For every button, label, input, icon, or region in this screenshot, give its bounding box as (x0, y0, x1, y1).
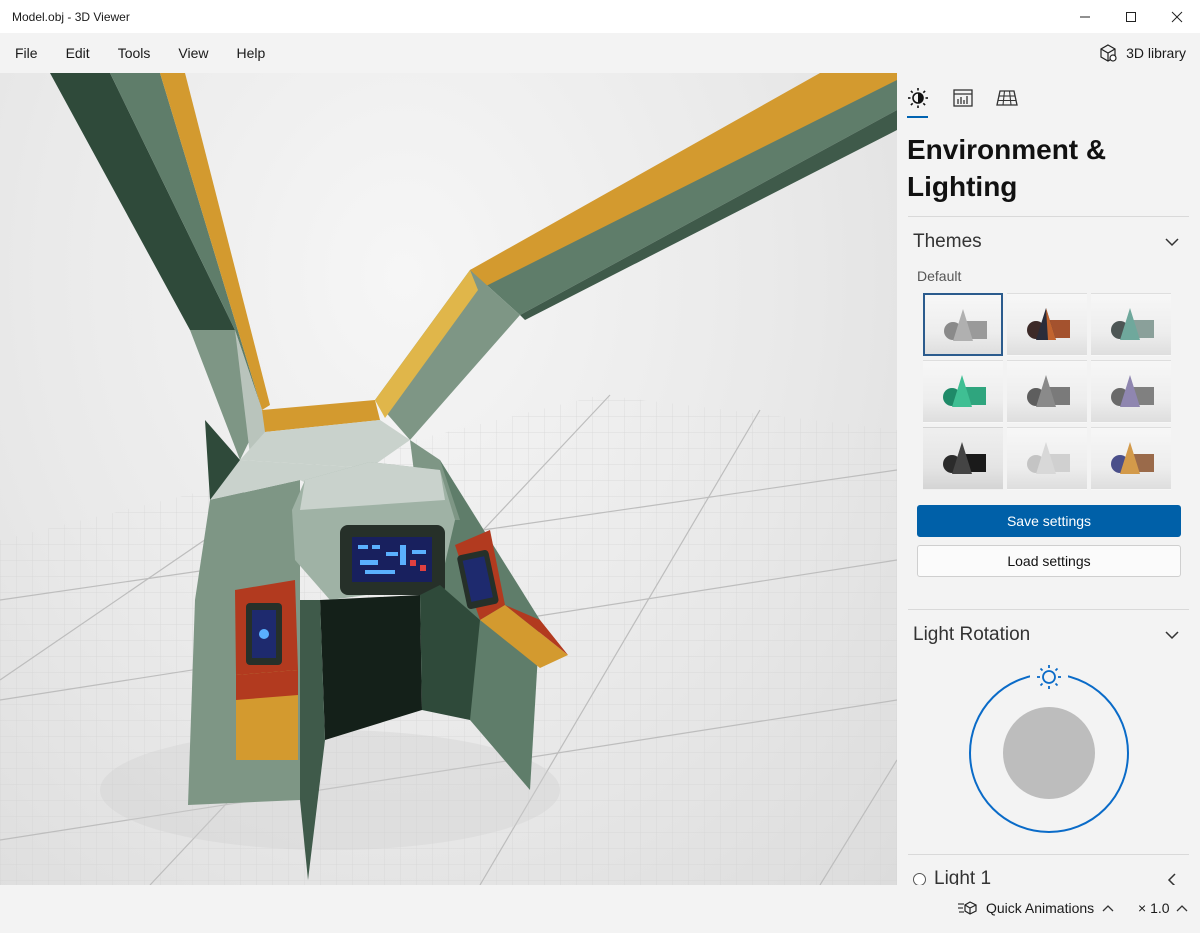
title-bar: Model.obj - 3D Viewer (0, 0, 1200, 33)
3d-library-button[interactable]: 3D library (1098, 33, 1186, 73)
divider (908, 854, 1189, 855)
active-tab-indicator (907, 116, 928, 118)
side-panel: Environment & Lighting Themes Default Sa… (897, 73, 1200, 885)
panel-title: Environment & Lighting (907, 134, 1107, 202)
themes-default-label: Default (917, 268, 962, 284)
tab-stats[interactable] (950, 85, 976, 111)
3d-library-label: 3D library (1126, 45, 1186, 61)
theme-swatch-2[interactable] (1007, 293, 1087, 356)
themes-header[interactable]: Themes (913, 231, 982, 253)
theme-swatch-9[interactable] (1091, 427, 1171, 490)
panel-tabs (897, 73, 1200, 119)
menu-view[interactable]: View (164, 33, 222, 73)
light-1-label: Light 1 (934, 868, 992, 885)
divider (908, 609, 1189, 610)
quick-animations-label: Quick Animations (986, 900, 1095, 916)
theme-swatch-1[interactable] (923, 293, 1003, 356)
tab-environment[interactable] (905, 85, 931, 111)
theme-swatch-4[interactable] (923, 360, 1003, 423)
theme-swatch-7[interactable] (923, 427, 1003, 490)
chevron-down-icon[interactable] (1164, 627, 1180, 643)
quick-animations-button[interactable]: Quick Animations (958, 900, 1122, 916)
sun-icon (908, 88, 928, 108)
theme-swatch-5[interactable] (1007, 360, 1087, 423)
animation-cube-icon (958, 901, 977, 915)
tab-grid[interactable] (994, 85, 1020, 111)
cube-library-icon (1100, 44, 1117, 62)
menu-tools[interactable]: Tools (104, 33, 165, 73)
save-settings-button[interactable]: Save settings (917, 505, 1181, 537)
theme-swatch-3[interactable] (1091, 293, 1171, 356)
chevron-down-icon[interactable] (1164, 234, 1180, 250)
3d-viewport[interactable] (0, 73, 897, 885)
close-icon (1171, 11, 1183, 22)
theme-swatch-8[interactable] (1007, 427, 1087, 490)
model-scene (0, 73, 897, 885)
divider (908, 216, 1189, 217)
light-rotation-control[interactable] (957, 661, 1141, 851)
light-1-row[interactable]: Light 1 (913, 868, 991, 885)
minimize-icon (1080, 16, 1090, 17)
load-settings-button[interactable]: Load settings (917, 545, 1181, 577)
menu-bar: File Edit Tools View Help 3D library (0, 33, 1200, 73)
light-rotation-header[interactable]: Light Rotation (913, 624, 1030, 646)
menu-edit[interactable]: Edit (52, 33, 104, 73)
minimize-button[interactable] (1062, 0, 1108, 33)
menu-help[interactable]: Help (222, 33, 279, 73)
chevron-up-icon (1102, 905, 1114, 912)
chevron-up-icon (1176, 905, 1187, 912)
light-1-radio[interactable] (913, 872, 926, 885)
close-button[interactable] (1154, 0, 1200, 33)
grid-icon (996, 90, 1018, 106)
menu-file[interactable]: File (0, 33, 52, 73)
maximize-icon (1126, 11, 1136, 22)
light-sphere (1003, 707, 1095, 799)
playback-speed-label: × 1.0 (1138, 900, 1170, 916)
status-bar: Quick Animations × 1.0 (0, 885, 1200, 933)
stats-icon (953, 89, 973, 107)
theme-swatch-6[interactable] (1091, 360, 1171, 423)
playback-speed-button[interactable]: × 1.0 (1138, 900, 1188, 916)
maximize-button[interactable] (1108, 0, 1154, 33)
window-title: Model.obj - 3D Viewer (12, 9, 130, 24)
chevron-left-icon[interactable] (1164, 872, 1180, 885)
